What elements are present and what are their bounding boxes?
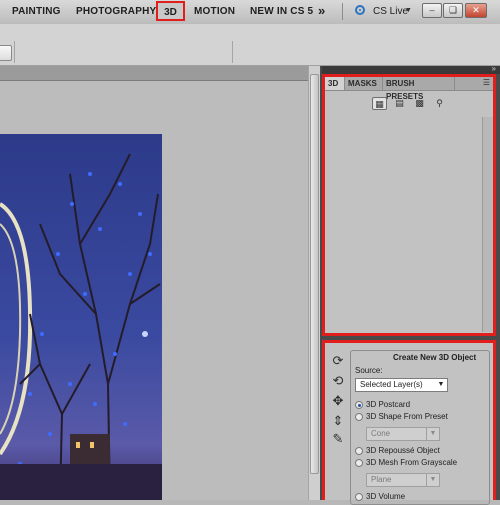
workspace-motion[interactable]: MOTION: [194, 6, 235, 17]
workspace-new-in-cs5[interactable]: NEW IN CS 5: [250, 6, 313, 17]
workspace-3d-label: 3D: [164, 7, 177, 18]
cs-live-label[interactable]: CS Live: [373, 6, 408, 17]
chevron-down-icon: ▼: [426, 474, 439, 486]
scene-filter-icon[interactable]: ▦: [372, 97, 387, 110]
double-chevron-right-icon[interactable]: »: [318, 3, 325, 18]
scrollbar-thumb[interactable]: [310, 74, 319, 474]
tab-brush-presets[interactable]: BRUSH PRESETS: [383, 77, 455, 101]
chevron-down-icon: ▼: [437, 381, 445, 388]
options-divider: [232, 41, 233, 63]
panel-menu-icon[interactable]: ☰: [483, 78, 490, 87]
light-filter-icon[interactable]: ⚲: [432, 97, 447, 110]
shape-preset-value: Cone: [371, 429, 391, 438]
panel-3d: 3D MASKS BRUSH PRESETS ☰ ▦ ▤ ▩ ⚲: [322, 74, 496, 336]
radio-3d-mesh-from-grayscale[interactable]: [355, 459, 363, 467]
rotate-object-icon[interactable]: ⟳: [329, 352, 347, 370]
panel-scrollbar[interactable]: [482, 117, 493, 332]
option-3d-postcard[interactable]: 3D Postcard: [366, 400, 410, 409]
canvas-image: [0, 134, 162, 500]
slide-object-icon[interactable]: ⇕: [329, 412, 347, 430]
close-icon[interactable]: ✕: [465, 3, 487, 18]
chevron-down-icon: ▼: [426, 428, 439, 440]
radio-3d-shape-from-preset[interactable]: [355, 413, 363, 421]
workspace-painting[interactable]: PAINTING: [12, 6, 61, 17]
source-label: Source:: [355, 366, 383, 375]
radio-3d-postcard[interactable]: [355, 401, 363, 409]
material-filter-icon[interactable]: ▩: [412, 97, 427, 110]
source-select-value: Selected Layer(s): [360, 380, 423, 389]
roll-object-icon[interactable]: ⟲: [329, 372, 347, 390]
radio-3d-repousse[interactable]: [355, 447, 363, 455]
cs-live-dropdown-icon[interactable]: ▼: [405, 7, 412, 14]
minimize-icon[interactable]: –: [422, 3, 442, 18]
restore-icon[interactable]: ❏: [443, 3, 463, 18]
options-bar: [0, 24, 500, 66]
shape-preset-select[interactable]: Cone ▼: [366, 427, 440, 441]
create-object-group: Create New 3D Object Source: Selected La…: [350, 350, 490, 505]
scale-object-icon[interactable]: ✎: [329, 430, 347, 448]
workspace-bar: PAINTING PHOTOGRAPHY 3D MOTION NEW IN CS…: [0, 0, 500, 25]
option-3d-shape-from-preset[interactable]: 3D Shape From Preset: [366, 412, 448, 421]
options-button[interactable]: [0, 45, 12, 61]
tab-3d[interactable]: 3D: [325, 77, 345, 90]
panel-tabs: 3D MASKS BRUSH PRESETS ☰: [325, 77, 493, 101]
create-object-title: Create New 3D Object: [391, 353, 479, 362]
document-tab-strip: [0, 66, 308, 81]
source-select[interactable]: Selected Layer(s) ▼: [355, 378, 448, 392]
grayscale-mesh-value: Plane: [371, 475, 392, 484]
options-divider: [14, 41, 15, 63]
dock-header: »: [322, 64, 500, 74]
create-3d-panel: ⟳ ⟲ ✥ ⇕ ✎ Create New 3D Object Source: S…: [322, 340, 496, 505]
grayscale-mesh-select[interactable]: Plane ▼: [366, 473, 440, 487]
drag-object-icon[interactable]: ✥: [329, 392, 347, 410]
option-3d-repousse[interactable]: 3D Repoussé Object: [366, 446, 440, 455]
option-3d-mesh-from-grayscale[interactable]: 3D Mesh From Grayscale: [366, 458, 457, 467]
workspace-3d[interactable]: 3D: [156, 1, 185, 21]
workspace-photography[interactable]: PHOTOGRAPHY: [76, 6, 156, 17]
workspace-divider: [342, 3, 343, 20]
collapse-dock-icon[interactable]: »: [492, 64, 496, 73]
tab-masks[interactable]: MASKS: [345, 77, 383, 90]
cs-live-icon[interactable]: [355, 5, 365, 15]
mesh-filter-icon[interactable]: ▤: [392, 97, 407, 110]
